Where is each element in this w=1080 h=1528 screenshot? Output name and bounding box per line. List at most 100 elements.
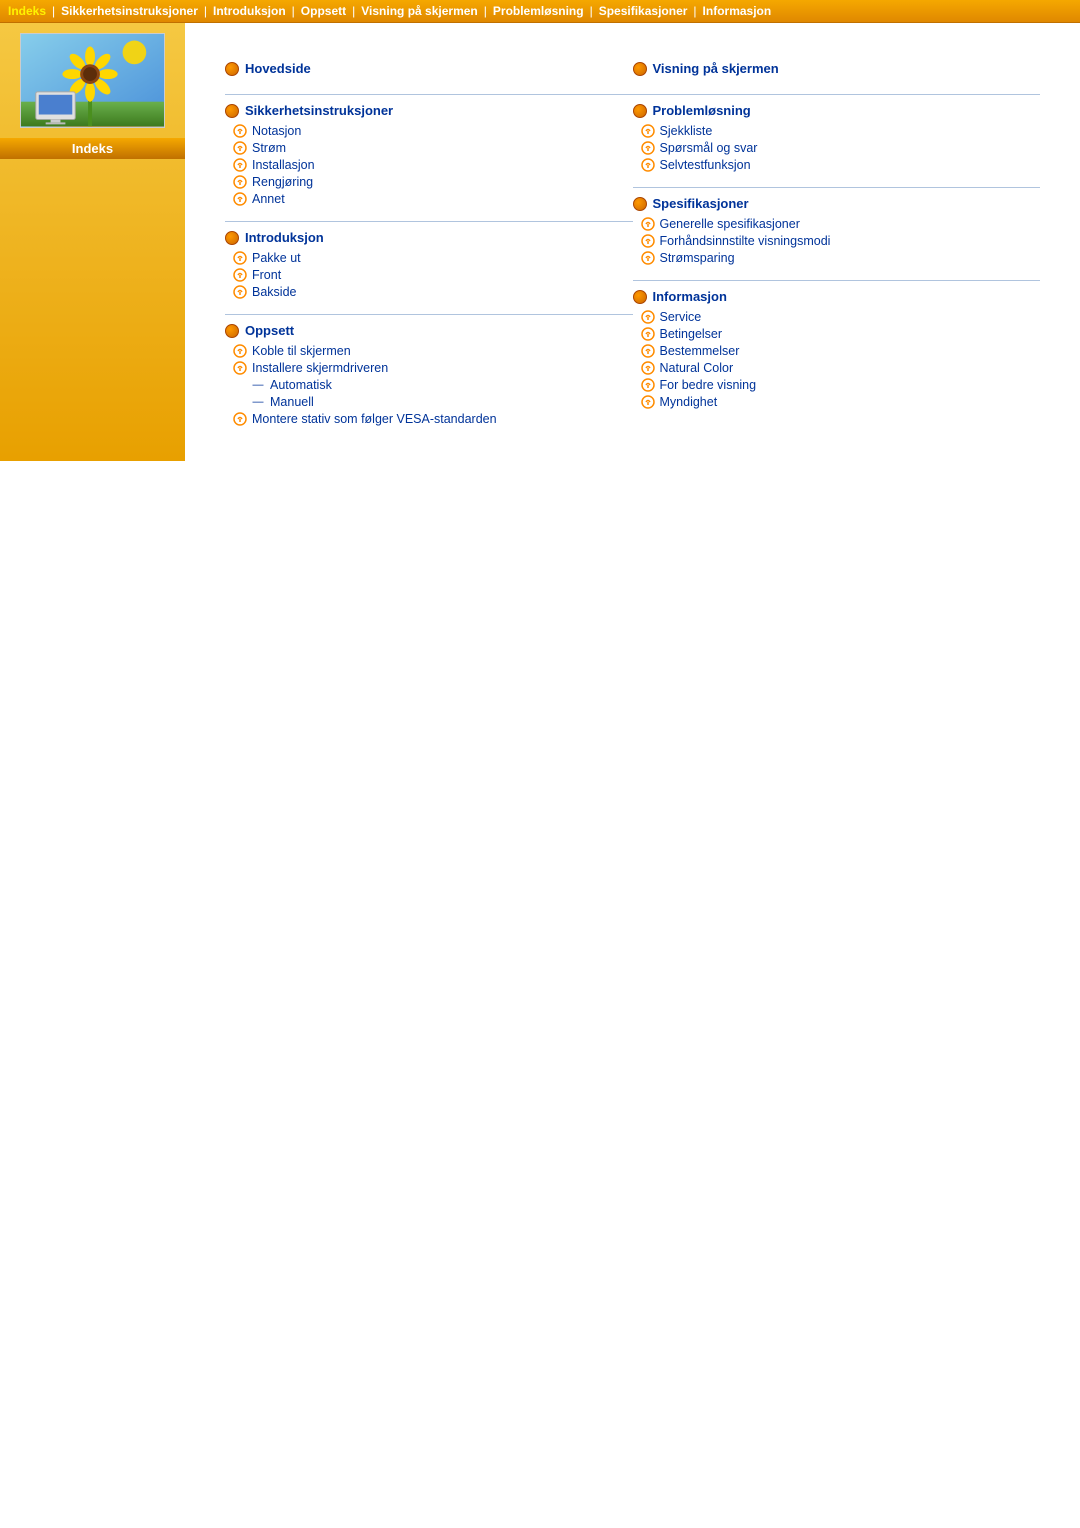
link-informasjon[interactable]: Informasjon — [633, 289, 1041, 304]
section-sikkerhet: Sikkerhetsinstruksjoner Notasj — [225, 95, 633, 222]
link-service[interactable]: Service — [641, 310, 1041, 324]
g-icon-sporsmal — [641, 141, 655, 155]
g-icon-myndighet — [641, 395, 655, 409]
g-icon-natural — [641, 361, 655, 375]
title-visning: Visning på skjermen — [653, 61, 779, 76]
link-sjekkliste[interactable]: Sjekkliste — [641, 124, 1041, 138]
topnav: Indeks | Sikkerhetsinstruksjoner | Intro… — [0, 0, 1080, 23]
sidebar-flower — [21, 34, 164, 127]
link-notasjon[interactable]: Notasjon — [233, 124, 633, 138]
link-manuell[interactable]: Manuell — [251, 395, 633, 409]
dash-icon-automatisk — [251, 378, 265, 392]
link-problem[interactable]: Problemløsning — [633, 103, 1041, 118]
link-myndighet[interactable]: Myndighet — [641, 395, 1041, 409]
g-icon-forhand — [641, 234, 655, 248]
title-oppsett: Oppsett — [245, 323, 294, 338]
link-bakside[interactable]: Bakside — [233, 285, 633, 299]
link-rengjoring[interactable]: Rengjøring — [233, 175, 633, 189]
section-hovedside: Hovedside — [225, 53, 633, 95]
subitems-sikkerhet: Notasjon Strøm — [233, 124, 633, 206]
link-automatisk[interactable]: Automatisk — [251, 378, 633, 392]
g-icon-bestemmelser — [641, 344, 655, 358]
circle-icon-informasjon — [633, 290, 647, 304]
circle-icon-spesif — [633, 197, 647, 211]
sidebar-label: Indeks — [0, 138, 185, 159]
topnav-item-visning[interactable]: Visning på skjermen — [361, 4, 478, 18]
title-informasjon: Informasjon — [653, 289, 727, 304]
link-installere[interactable]: Installere skjermdriveren — [233, 361, 633, 375]
dash-icon-manuell — [251, 395, 265, 409]
col2: Visning på skjermen Problemløsning — [633, 53, 1041, 441]
topnav-item-oppsett[interactable]: Oppsett — [301, 4, 346, 18]
topnav-item-intro[interactable]: Introduksjon — [213, 4, 286, 18]
g-icon-annet — [233, 192, 247, 206]
subitems-oppsett: Koble til skjermen Installere skjermdri — [233, 344, 633, 426]
link-front[interactable]: Front — [233, 268, 633, 282]
link-stromsparing[interactable]: Strømsparing — [641, 251, 1041, 265]
link-strom[interactable]: Strøm — [233, 141, 633, 155]
topnav-item-info[interactable]: Informasjon — [703, 4, 772, 18]
link-annet[interactable]: Annet — [233, 192, 633, 206]
link-visning[interactable]: Visning på skjermen — [633, 61, 1041, 76]
topnav-sep-3: | — [292, 4, 295, 18]
circle-icon-oppsett — [225, 324, 239, 338]
title-spesif: Spesifikasjoner — [653, 196, 749, 211]
topnav-item-sikkerhet[interactable]: Sikkerhetsinstruksjoner — [61, 4, 198, 18]
link-for-bedre[interactable]: For bedre visning — [641, 378, 1041, 392]
link-intro[interactable]: Introduksjon — [225, 230, 633, 245]
link-montere[interactable]: Montere stativ som følger VESA-standarde… — [233, 412, 633, 426]
circle-icon-hovedside — [225, 62, 239, 76]
section-informasjon: Informasjon Service — [633, 281, 1041, 424]
link-natural-color[interactable]: Natural Color — [641, 361, 1041, 375]
circle-icon-intro — [225, 231, 239, 245]
sidebar: Indeks — [0, 23, 185, 461]
link-pakke-ut[interactable]: Pakke ut — [233, 251, 633, 265]
g-icon-bedre — [641, 378, 655, 392]
section-spesif: Spesifikasjoner Generelle spes — [633, 188, 1041, 281]
g-icon-koble — [233, 344, 247, 358]
topnav-item-problem[interactable]: Problemløsning — [493, 4, 584, 18]
g-icon-notasjon — [233, 124, 247, 138]
title-hovedside: Hovedside — [245, 61, 311, 76]
link-koble[interactable]: Koble til skjermen — [233, 344, 633, 358]
topnav-item-indeks[interactable]: Indeks — [8, 4, 46, 18]
link-installasjon[interactable]: Installasjon — [233, 158, 633, 172]
g-icon-selvtest — [641, 158, 655, 172]
g-icon-rengjoring — [233, 175, 247, 189]
circle-icon-visning — [633, 62, 647, 76]
circle-icon-sikkerhet — [225, 104, 239, 118]
main-layout: Indeks Hovedside Sikkerhetsinstruksjoner — [0, 23, 1080, 461]
title-sikkerhet: Sikkerhetsinstruksjoner — [245, 103, 393, 118]
topnav-item-spesif[interactable]: Spesifikasjoner — [599, 4, 688, 18]
link-selvtest[interactable]: Selvtestfunksjon — [641, 158, 1041, 172]
topnav-sep-2: | — [204, 4, 207, 18]
topnav-sep-5: | — [484, 4, 487, 18]
link-bestemmelser[interactable]: Bestemmelser — [641, 344, 1041, 358]
subitems-problem: Sjekkliste Spørsmål og svar — [641, 124, 1041, 172]
g-icon-installasjon — [233, 158, 247, 172]
link-spesif[interactable]: Spesifikasjoner — [633, 196, 1041, 211]
content-area: Hovedside Sikkerhetsinstruksjoner — [185, 23, 1080, 461]
link-sikkerhet[interactable]: Sikkerhetsinstruksjoner — [225, 103, 633, 118]
subitems-informasjon: Service Betingelser — [641, 310, 1041, 409]
g-icon-betingelser — [641, 327, 655, 341]
topnav-sep-4: | — [352, 4, 355, 18]
topnav-sep-7: | — [693, 4, 696, 18]
topnav-sep-1: | — [52, 4, 55, 18]
sidebar-image — [20, 33, 165, 128]
link-oppsett[interactable]: Oppsett — [225, 323, 633, 338]
g-icon-strom — [233, 141, 247, 155]
link-generelle[interactable]: Generelle spesifikasjoner — [641, 217, 1041, 231]
section-intro: Introduksjon Pakke ut — [225, 222, 633, 315]
circle-icon-problem — [633, 104, 647, 118]
link-forhand[interactable]: Forhåndsinnstilte visningsmodi — [641, 234, 1041, 248]
g-icon-installere — [233, 361, 247, 375]
subitems-intro: Pakke ut Front — [233, 251, 633, 299]
link-hovedside[interactable]: Hovedside — [225, 61, 633, 76]
title-problem: Problemløsning — [653, 103, 751, 118]
link-betingelser[interactable]: Betingelser — [641, 327, 1041, 341]
link-sporsmal[interactable]: Spørsmål og svar — [641, 141, 1041, 155]
index-grid: Hovedside Sikkerhetsinstruksjoner — [225, 53, 1040, 441]
g-icon-montere — [233, 412, 247, 426]
subitems-spesif: Generelle spesifikasjoner Forhåndsinnst — [641, 217, 1041, 265]
